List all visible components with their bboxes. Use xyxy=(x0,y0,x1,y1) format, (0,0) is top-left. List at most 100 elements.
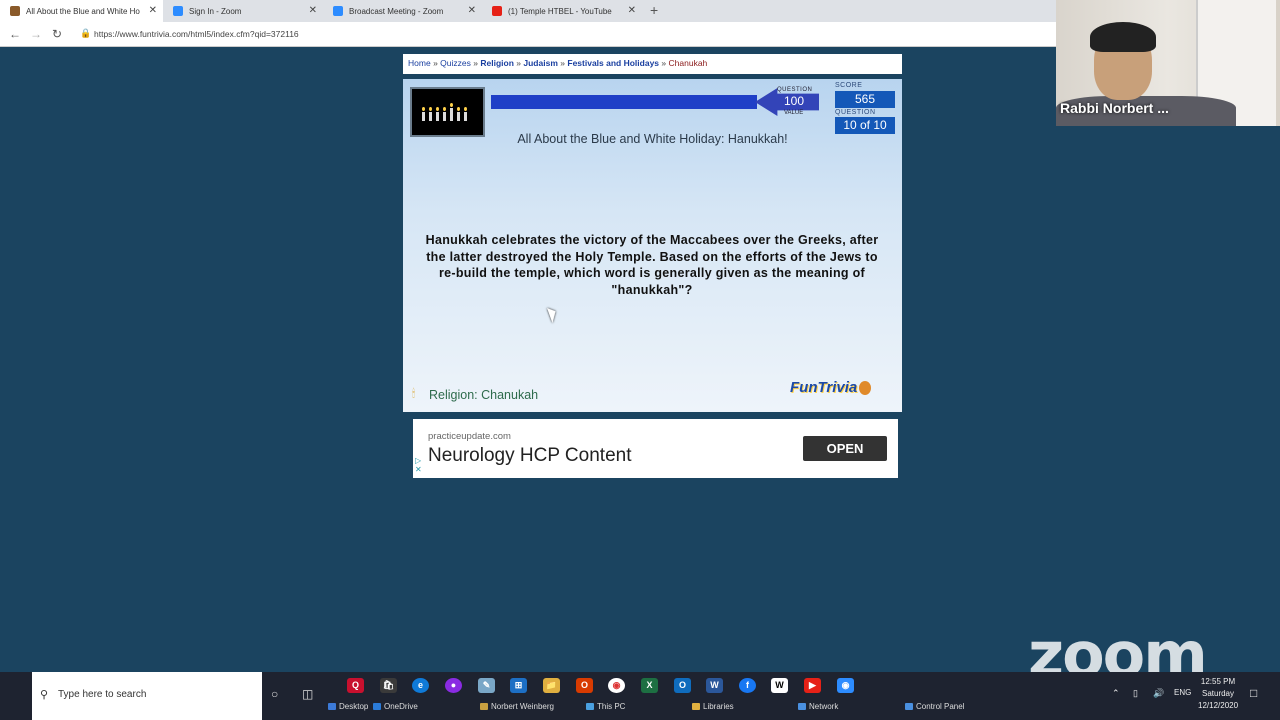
question-count-label: QUESTION xyxy=(835,109,876,116)
user-folder-icon xyxy=(480,703,488,711)
category-link[interactable]: Religion: Chanukah xyxy=(429,388,538,402)
breadcrumb-home[interactable]: Home xyxy=(408,58,431,68)
quiz-panel: QUESTION 100 VALUE SCORE 565 QUESTION 10… xyxy=(403,79,902,412)
calculator-icon[interactable]: ⊞ xyxy=(510,678,527,693)
participant-name: Rabbi Norbert ... xyxy=(1060,100,1169,116)
search-icon: ⚲ xyxy=(40,689,49,701)
file-explorer-icon[interactable]: 📁 xyxy=(543,678,560,693)
taskbar-clock[interactable]: 12:55 PM Saturday 12/12/2020 xyxy=(1198,676,1238,712)
value-label: VALUE xyxy=(784,110,804,116)
breadcrumb-separator: » xyxy=(661,58,667,68)
wikipedia-icon[interactable]: W xyxy=(771,678,788,693)
office-icon[interactable]: O xyxy=(576,678,593,693)
youtube-icon[interactable]: ▶ xyxy=(804,678,821,693)
taskbar-search[interactable]: ⚲ Type here to search xyxy=(32,672,262,720)
breadcrumb: Home » Quizzes » Religion » Judaism » Fe… xyxy=(403,54,902,74)
breadcrumb-separator: » xyxy=(473,58,478,68)
excel-icon[interactable]: X xyxy=(641,678,658,693)
language-indicator[interactable]: ENG xyxy=(1174,688,1191,697)
funtrivia-logo: FunTrivia xyxy=(790,379,872,396)
tab-zoom-broadcast[interactable]: Broadcast Meeting - Zoom ✕ xyxy=(323,0,482,22)
quicklink-onedrive[interactable]: OneDrive xyxy=(373,702,418,711)
app-icon-red[interactable]: Q xyxy=(347,678,364,693)
candle-icon: 🕯 xyxy=(412,388,416,400)
funtrivia-favicon-icon xyxy=(10,6,20,16)
question-label: QUESTION xyxy=(777,87,813,93)
tab-title: All About the Blue and White Ho xyxy=(26,6,140,16)
ad-open-button[interactable]: OPEN xyxy=(803,436,887,461)
facebook-icon[interactable]: f xyxy=(739,678,756,693)
breadcrumb-festivals[interactable]: Festivals and Holidays xyxy=(567,58,659,68)
breadcrumb-separator: » xyxy=(433,58,438,68)
ad-close-icon[interactable]: ✕ xyxy=(415,465,422,474)
store-icon[interactable]: 🛍 xyxy=(380,678,397,693)
edge-icon[interactable]: e xyxy=(412,678,429,693)
breadcrumb-current: Chanukah xyxy=(668,58,708,68)
app-icon-blue[interactable]: ✎ xyxy=(478,678,495,693)
reload-icon[interactable]: ↻ xyxy=(52,27,62,41)
lock-icon: 🔒 xyxy=(80,28,92,38)
word-icon[interactable]: W xyxy=(706,678,723,693)
new-tab-button[interactable]: + xyxy=(650,2,658,18)
outlook-icon[interactable]: O xyxy=(674,678,691,693)
tab-zoom-signin[interactable]: Sign In - Zoom ✕ xyxy=(163,0,323,22)
quicklink-control-panel[interactable]: Control Panel xyxy=(905,702,964,711)
question-text: Hanukkah celebrates the victory of the M… xyxy=(425,233,879,297)
tab-title: (1) Temple HTBEL - YouTube xyxy=(508,6,612,16)
quicklink-label: Norbert Weinberg xyxy=(491,702,554,711)
quicklink-thispc[interactable]: This PC xyxy=(586,702,625,711)
windows-start-icon[interactable]: ▦ xyxy=(10,16,21,30)
battery-icon[interactable]: ▯ xyxy=(1133,688,1138,699)
close-icon[interactable]: ✕ xyxy=(309,5,317,16)
quicklink-network[interactable]: Network xyxy=(798,702,838,711)
quicklink-label: Desktop xyxy=(339,702,369,711)
score-label: SCORE xyxy=(835,82,863,89)
adchoices-icon[interactable]: ▷ xyxy=(415,456,421,465)
participant-video: Rabbi Norbert ... xyxy=(1056,0,1280,126)
quiz-progress-bar xyxy=(491,95,757,109)
task-view-icon[interactable]: ◫ xyxy=(302,687,313,701)
notification-icon[interactable]: □ xyxy=(1250,686,1257,700)
clock-day: Saturday xyxy=(1201,689,1235,698)
quicklink-libraries[interactable]: Libraries xyxy=(692,702,734,711)
computer-icon xyxy=(586,703,594,711)
close-icon[interactable]: ✕ xyxy=(468,5,476,16)
breadcrumb-quizzes[interactable]: Quizzes xyxy=(440,58,471,68)
chrome-icon[interactable]: ◉ xyxy=(608,678,625,693)
volume-icon[interactable]: 🔊 xyxy=(1153,688,1164,699)
url-field[interactable]: https://www.funtrivia.com/html5/index.cf… xyxy=(94,29,299,39)
participant-hair xyxy=(1090,22,1156,52)
quicklink-label: Control Panel xyxy=(916,702,965,711)
youtube-favicon-icon xyxy=(492,6,502,16)
breadcrumb-religion[interactable]: Religion xyxy=(480,58,514,68)
quicklink-label: OneDrive xyxy=(384,702,418,711)
logo-text: FunTrivia xyxy=(790,379,858,396)
menorah-thumbnail xyxy=(410,87,485,137)
ad-headline[interactable]: Neurology HCP Content xyxy=(428,445,631,467)
chevron-up-icon[interactable]: ⌃ xyxy=(1112,688,1120,699)
quicklink-user[interactable]: Norbert Weinberg xyxy=(480,702,554,711)
tab-funtrivia[interactable]: All About the Blue and White Ho ✕ xyxy=(0,0,163,22)
clock-time: 12:55 PM xyxy=(1200,677,1236,686)
close-icon[interactable]: ✕ xyxy=(149,5,157,16)
breadcrumb-separator: » xyxy=(560,58,565,68)
address-bar: ← → ↻ 🔒 https://www.funtrivia.com/html5/… xyxy=(0,22,1056,47)
ad-banner[interactable]: practiceupdate.com Neurology HCP Content… xyxy=(413,419,898,478)
arrow-right-icon[interactable]: → xyxy=(30,27,42,41)
close-icon[interactable]: ✕ xyxy=(628,5,636,16)
clock-date: 12/12/2020 xyxy=(1198,701,1239,710)
quicklink-label: This PC xyxy=(597,702,626,711)
cortana-icon[interactable]: ○ xyxy=(271,687,278,701)
search-input[interactable]: Type here to search xyxy=(58,689,146,700)
zoom-favicon-icon xyxy=(333,6,343,16)
zoom-favicon-icon xyxy=(173,6,183,16)
desktop-icon xyxy=(328,703,336,711)
zoom-app-icon[interactable]: ◉ xyxy=(837,678,854,693)
libraries-icon xyxy=(692,703,700,711)
breadcrumb-judaism[interactable]: Judaism xyxy=(523,58,558,68)
quicklink-desktop[interactable]: Desktop xyxy=(328,702,368,711)
tab-youtube[interactable]: (1) Temple HTBEL - YouTube ✕ xyxy=(482,0,642,22)
tab-title: Broadcast Meeting - Zoom xyxy=(349,6,444,16)
quicklink-label: Network xyxy=(809,702,839,711)
app-icon-purple[interactable]: ● xyxy=(445,678,462,693)
